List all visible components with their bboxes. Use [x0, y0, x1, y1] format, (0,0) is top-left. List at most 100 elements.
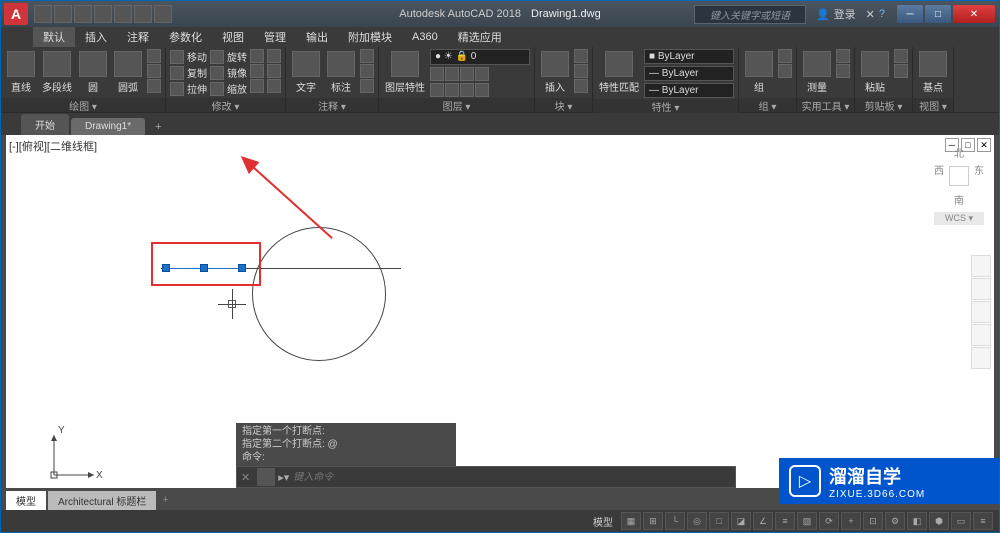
offset-icon[interactable] — [267, 79, 281, 93]
status-polar-icon[interactable]: ◎ — [687, 512, 707, 530]
panel-annot-label[interactable]: 注释 ▾ — [286, 98, 378, 112]
viewcube[interactable]: 北 西东 南 WCS ▾ — [934, 145, 984, 225]
group-edit-icon[interactable] — [778, 64, 792, 78]
qat-redo-icon[interactable] — [154, 5, 172, 23]
layer-prev-icon[interactable] — [460, 83, 474, 97]
status-3dosnap-icon[interactable]: ◪ — [731, 512, 751, 530]
compass-north[interactable]: 北 — [934, 145, 984, 160]
new-tab-button[interactable]: + — [147, 119, 169, 135]
compass-south[interactable]: 南 — [934, 192, 984, 207]
minimize-button[interactable]: ─ — [897, 5, 923, 23]
nav-zoom-icon[interactable] — [971, 301, 991, 323]
tab-start[interactable]: 开始 — [21, 114, 69, 135]
panel-props-label[interactable]: 特性 ▾ — [593, 99, 738, 113]
layer-match-icon[interactable] — [475, 67, 489, 81]
nav-orbit-icon[interactable] — [971, 324, 991, 346]
panel-clip-label[interactable]: 剪贴板 ▾ — [855, 98, 912, 112]
mirror-button[interactable]: 镜像 — [210, 65, 247, 80]
compass-west[interactable]: 西 — [934, 162, 944, 190]
tab-default[interactable]: 默认 — [33, 27, 75, 47]
color-dropdown[interactable]: ■ ByLayer — [644, 49, 734, 64]
status-snap-icon[interactable]: ⊞ — [643, 512, 663, 530]
dimension-button[interactable]: 标注 — [325, 49, 357, 96]
tab-a360[interactable]: A360 — [402, 29, 448, 45]
qat-plot-icon[interactable] — [114, 5, 132, 23]
circle-entity[interactable] — [252, 227, 386, 361]
nav-showmotion-icon[interactable] — [971, 347, 991, 369]
app-menu-icon[interactable]: A — [4, 3, 28, 25]
tab-insert[interactable]: 插入 — [75, 27, 117, 47]
tab-parametric[interactable]: 参数化 — [159, 27, 212, 47]
command-input[interactable] — [289, 472, 735, 483]
tab-view[interactable]: 视图 — [212, 27, 254, 47]
viewcube-face[interactable] — [949, 166, 969, 186]
measure-button[interactable]: 测量 — [801, 49, 833, 96]
layer-iso-icon[interactable] — [430, 83, 444, 97]
layer-freeze-icon[interactable] — [445, 67, 459, 81]
cut-icon[interactable] — [894, 49, 908, 63]
tab-output[interactable]: 输出 — [296, 27, 338, 47]
qat-save-icon[interactable] — [74, 5, 92, 23]
model-tab[interactable]: 模型 — [6, 491, 46, 510]
ellipse-icon[interactable] — [147, 79, 161, 93]
maximize-button[interactable]: □ — [925, 5, 951, 23]
circle-button[interactable]: 圆 — [77, 49, 109, 96]
status-custom-icon[interactable]: ≡ — [973, 512, 993, 530]
layer-dropdown[interactable]: ● ☀ 🔒 0 — [430, 49, 530, 65]
polyline-button[interactable]: 多段线 — [40, 49, 74, 96]
rotate-button[interactable]: 旋转 — [210, 49, 247, 64]
status-qprops-icon[interactable]: ⊡ — [863, 512, 883, 530]
stretch-button[interactable]: 拉伸 — [170, 81, 207, 96]
cloud-icon[interactable] — [360, 79, 374, 93]
status-cycle-icon[interactable]: ⟳ — [819, 512, 839, 530]
scale-button[interactable]: 缩放 — [210, 81, 247, 96]
layer-props-button[interactable]: 图层特性 — [383, 49, 427, 96]
add-layout-button[interactable]: + — [158, 494, 172, 506]
arc-button[interactable]: 圆弧 — [112, 49, 144, 96]
fillet-icon[interactable] — [250, 64, 264, 78]
layer-uniso-icon[interactable] — [445, 83, 459, 97]
cmd-prompt-icon[interactable] — [257, 468, 275, 486]
explode-icon[interactable] — [267, 64, 281, 78]
status-otrack-icon[interactable]: ∠ — [753, 512, 773, 530]
panel-util-label[interactable]: 实用工具 ▾ — [797, 98, 854, 112]
calc-icon[interactable] — [836, 64, 850, 78]
qat-saveas-icon[interactable] — [94, 5, 112, 23]
insert-button[interactable]: 插入 — [539, 49, 571, 96]
panel-modify-label[interactable]: 修改 ▾ — [166, 98, 285, 112]
login-button[interactable]: 👤 登录 — [810, 6, 862, 22]
copy-clip-icon[interactable] — [894, 64, 908, 78]
layer-off-icon[interactable] — [430, 67, 444, 81]
linetype-dropdown[interactable]: — ByLayer — [644, 83, 734, 98]
exchange-icon[interactable]: ✕ — [866, 8, 875, 21]
trim-icon[interactable] — [250, 49, 264, 63]
layer-lock-icon[interactable] — [460, 67, 474, 81]
nav-wheel-icon[interactable] — [971, 255, 991, 277]
status-clean-icon[interactable]: ▭ — [951, 512, 971, 530]
status-workspace-icon[interactable]: ⚙ — [885, 512, 905, 530]
compass-east[interactable]: 东 — [974, 162, 984, 190]
matchprop-button[interactable]: 特性匹配 — [597, 49, 641, 96]
table-icon[interactable] — [360, 64, 374, 78]
attr-icon[interactable] — [574, 79, 588, 93]
status-osnap-icon[interactable]: □ — [709, 512, 729, 530]
status-hardware-icon[interactable]: ⬢ — [929, 512, 949, 530]
status-grid-icon[interactable]: ▦ — [621, 512, 641, 530]
hatch-icon[interactable] — [147, 64, 161, 78]
qat-new-icon[interactable] — [34, 5, 52, 23]
status-annomonitor-icon[interactable]: + — [841, 512, 861, 530]
cmd-close-icon[interactable]: ✕ — [237, 471, 254, 484]
move-button[interactable]: 移动 — [170, 49, 207, 64]
panel-draw-label[interactable]: 绘图 ▾ — [1, 98, 165, 112]
tab-drawing1[interactable]: Drawing1* — [71, 118, 145, 135]
status-model[interactable]: 模型 — [587, 514, 619, 529]
tab-manage[interactable]: 管理 — [254, 27, 296, 47]
leader-icon[interactable] — [360, 49, 374, 63]
ungroup-icon[interactable] — [778, 49, 792, 63]
panel-layer-label[interactable]: 图层 ▾ — [379, 98, 534, 112]
paste-button[interactable]: 粘贴 — [859, 49, 891, 96]
array-icon[interactable] — [250, 79, 264, 93]
status-ortho-icon[interactable]: └ — [665, 512, 685, 530]
tab-addins[interactable]: 附加模块 — [338, 27, 402, 47]
layer-state-icon[interactable] — [475, 83, 489, 97]
